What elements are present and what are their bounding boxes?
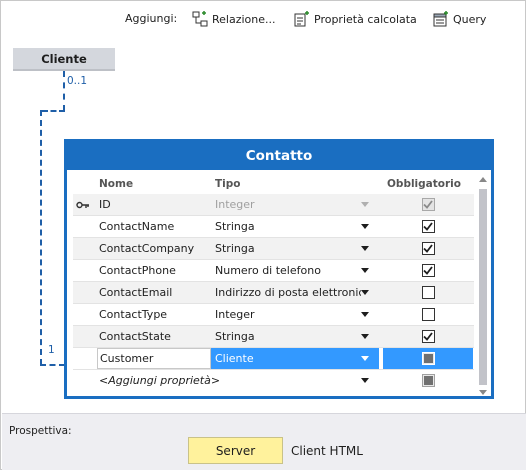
property-type[interactable]: Indirizzo di posta elettronica	[211, 282, 361, 303]
type-dropdown-arrow-icon[interactable]	[355, 282, 375, 303]
add-relation-label: Relazione...	[212, 12, 276, 26]
computed-property-icon	[294, 11, 310, 27]
add-computed-property-button[interactable]: Proprietà calcolata	[294, 9, 417, 29]
server-perspective-button[interactable]: Server	[188, 437, 283, 464]
column-header-name: Nome	[99, 178, 134, 190]
relationship-line-segment	[40, 110, 42, 365]
required-checkbox[interactable]	[383, 304, 473, 325]
required-checkbox[interactable]	[383, 348, 473, 369]
property-row-customer[interactable]: Customer Cliente	[73, 348, 474, 370]
property-name[interactable]: ContactName	[97, 216, 211, 237]
relationship-line-segment	[42, 110, 65, 112]
parent-entity-name: Cliente	[41, 51, 87, 66]
entity-title: Contatto	[67, 142, 491, 170]
property-row-contactemail[interactable]: ContactEmail Indirizzo di posta elettron…	[73, 282, 474, 304]
perspective-bar: Prospettiva: Server Client HTML	[2, 413, 526, 470]
entity-card-contatto[interactable]: Contatto Nome Tipo Obbligatorio ID Integ…	[64, 139, 494, 399]
required-checkbox[interactable]	[383, 194, 473, 215]
key-icon	[73, 194, 93, 215]
property-name[interactable]: ContactEmail	[97, 282, 211, 303]
property-type[interactable]: Integer	[211, 194, 379, 215]
property-row-contactname[interactable]: ContactName Stringa	[73, 216, 474, 238]
multiplicity-top: 0..1	[67, 75, 88, 87]
query-icon	[433, 11, 449, 27]
relationship-line-segment	[40, 364, 65, 366]
required-checkbox[interactable]	[383, 216, 473, 237]
property-name[interactable]: ContactPhone	[97, 260, 211, 281]
required-checkbox[interactable]	[383, 282, 473, 303]
add-relation-button[interactable]: Relazione...	[192, 9, 276, 29]
property-name[interactable]: ContactType	[97, 304, 211, 325]
add-property-link[interactable]: <Aggiungi proprietà>	[97, 370, 227, 391]
parent-entity-cliente[interactable]: Cliente	[13, 48, 115, 71]
required-checkbox[interactable]	[383, 238, 473, 259]
property-name[interactable]: ContactCompany	[97, 238, 211, 259]
scroll-up-icon[interactable]	[479, 177, 487, 182]
property-type[interactable]: Numero di telefono	[211, 260, 379, 281]
add-label: Aggiungi:	[125, 12, 178, 25]
designer-frame: Aggiungi: Relazione... Proprietà calcola…	[0, 0, 526, 470]
property-grid: Nome Tipo Obbligatorio ID Integer Contac…	[73, 175, 474, 392]
perspective-label: Prospettiva:	[9, 425, 72, 437]
property-row-contactphone[interactable]: ContactPhone Numero di telefono	[73, 260, 474, 282]
type-dropdown-arrow-icon[interactable]	[355, 194, 375, 215]
relationship-line[interactable]	[63, 71, 65, 111]
property-row-contactstate[interactable]: ContactState Stringa	[73, 326, 474, 348]
client-html-perspective-button[interactable]: Client HTML	[291, 437, 363, 464]
type-dropdown-arrow-icon[interactable]	[355, 326, 375, 347]
grid-header: Nome Tipo Obbligatorio	[73, 175, 474, 194]
required-checkbox[interactable]	[383, 326, 473, 347]
property-type[interactable]: Stringa	[211, 216, 379, 237]
add-property-row[interactable]: <Aggiungi proprietà>	[73, 370, 474, 392]
multiplicity-bottom: 1	[48, 344, 55, 356]
property-type[interactable]: Stringa	[211, 326, 379, 347]
type-dropdown-arrow-icon[interactable]	[355, 304, 375, 325]
column-header-required: Obbligatorio	[387, 178, 461, 190]
toolbar: Aggiungi: Relazione... Proprietà calcola…	[1, 8, 526, 30]
property-type[interactable]: Stringa	[211, 238, 379, 259]
add-computed-property-label: Proprietà calcolata	[314, 12, 417, 26]
add-query-label: Query	[453, 12, 487, 26]
property-name[interactable]: ContactState	[97, 326, 211, 347]
scroll-thumb[interactable]	[479, 189, 487, 385]
property-name[interactable]: Customer	[97, 348, 211, 369]
type-dropdown-arrow-icon[interactable]	[355, 370, 375, 391]
property-type[interactable]: Integer	[211, 304, 379, 325]
property-row-contacttype[interactable]: ContactType Integer	[73, 304, 474, 326]
required-checkbox[interactable]	[383, 260, 473, 281]
type-dropdown-arrow-icon[interactable]	[355, 238, 375, 259]
required-checkbox[interactable]	[383, 370, 473, 391]
property-row-id[interactable]: ID Integer	[73, 194, 474, 216]
relation-icon	[192, 11, 208, 27]
property-name[interactable]: ID	[97, 194, 211, 215]
property-type[interactable]: Cliente	[211, 348, 379, 369]
scroll-down-icon[interactable]	[479, 390, 487, 395]
type-dropdown-arrow-icon[interactable]	[355, 260, 375, 281]
add-query-button[interactable]: Query	[433, 9, 486, 29]
property-row-contactcompany[interactable]: ContactCompany Stringa	[73, 238, 474, 260]
property-grid-scrollbar[interactable]	[477, 175, 489, 397]
type-dropdown-arrow-icon[interactable]	[355, 348, 375, 369]
type-dropdown-arrow-icon[interactable]	[355, 216, 375, 237]
column-header-type: Tipo	[215, 178, 241, 190]
